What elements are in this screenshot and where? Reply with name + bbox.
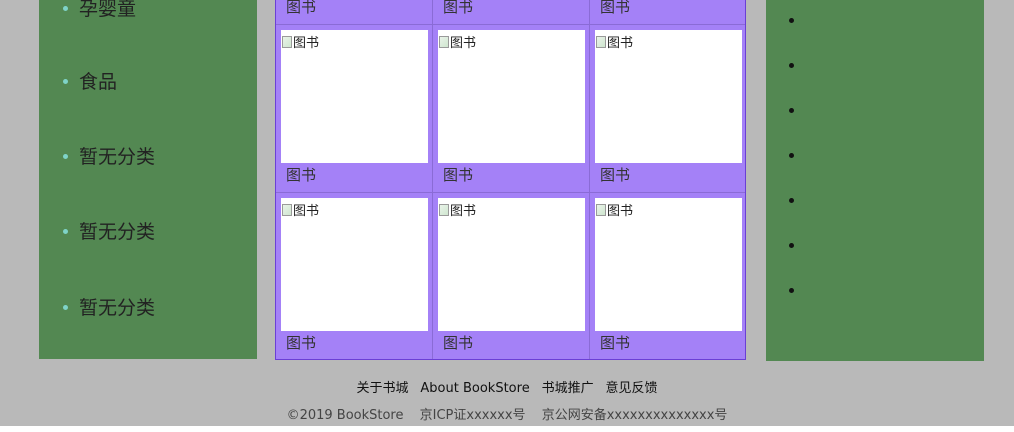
page-bottom-edge — [0, 426, 1014, 432]
bullet-icon — [63, 78, 68, 84]
footer-link-feedback[interactable]: 意见反馈 — [605, 381, 657, 396]
bullet-icon — [789, 288, 794, 293]
bullet-icon — [789, 243, 794, 248]
book-cover[interactable]: 图书 — [281, 198, 428, 331]
book-cover[interactable]: 图书 — [438, 30, 585, 163]
footer-link-about-cn[interactable]: 关于书城 — [357, 381, 409, 396]
footer-links: 关于书城 About BookStore 书城推广 意见反馈 — [0, 377, 1014, 396]
footer-link-about-en[interactable]: About BookStore — [420, 381, 529, 396]
icp-text: 京ICP证xxxxxx号 — [419, 408, 526, 423]
book-cover[interactable]: 图书 — [281, 30, 428, 163]
broken-image-icon: 图书 — [282, 200, 319, 219]
bullet-icon — [63, 304, 68, 310]
footer-link-promotion[interactable]: 书城推广 — [542, 381, 594, 396]
bullet-icon — [63, 153, 68, 159]
book-cover[interactable]: 图书 — [595, 198, 742, 331]
category-label[interactable]: 暂无分类 — [79, 146, 155, 168]
book-title[interactable]: 图书 — [286, 0, 316, 17]
category-label[interactable]: 食品 — [79, 71, 117, 93]
book-title[interactable]: 图书 — [600, 0, 630, 17]
book-title[interactable]: 图书 — [286, 332, 316, 353]
category-item[interactable]: 暂无分类 — [63, 293, 155, 320]
grid-divider — [276, 192, 745, 193]
book-title[interactable]: 图书 — [443, 332, 473, 353]
right-sidebar — [766, 0, 984, 361]
bullet-icon — [63, 5, 68, 11]
book-title[interactable]: 图书 — [600, 164, 630, 185]
book-title[interactable]: 图书 — [600, 332, 630, 353]
copyright-text: ©2019 BookStore — [286, 408, 404, 423]
broken-image-icon: 图书 — [282, 32, 319, 51]
bullet-icon — [789, 63, 794, 68]
footer-copyright: ©2019 BookStore 京ICP证xxxxxx号 京公网安备xxxxxx… — [0, 404, 1014, 423]
bullet-icon — [63, 228, 68, 234]
book-title[interactable]: 图书 — [443, 164, 473, 185]
category-item[interactable]: 暂无分类 — [63, 217, 155, 244]
grid-divider — [276, 24, 745, 25]
bullet-icon — [789, 108, 794, 113]
category-item[interactable]: 食品 — [63, 67, 117, 94]
book-cover[interactable]: 图书 — [438, 198, 585, 331]
bullet-icon — [789, 18, 794, 23]
broken-image-icon: 图书 — [439, 200, 476, 219]
bullet-icon — [789, 198, 794, 203]
category-label[interactable]: 孕婴童 — [79, 0, 136, 20]
security-text: 京公网安备xxxxxxxxxxxxxx号 — [541, 408, 728, 423]
book-title[interactable]: 图书 — [443, 0, 473, 17]
book-cover[interactable]: 图书 — [595, 30, 742, 163]
grid-divider — [589, 0, 590, 359]
category-label[interactable]: 暂无分类 — [79, 221, 155, 243]
category-item[interactable]: 孕婴童 — [63, 0, 136, 21]
book-grid: 图书 图书 图书 图书 图书 图书 图书 图书 图书 图书 图书 图书 图书 图… — [275, 0, 746, 360]
broken-image-icon: 图书 — [439, 32, 476, 51]
broken-image-icon: 图书 — [596, 32, 633, 51]
bullet-icon — [789, 153, 794, 158]
book-title[interactable]: 图书 — [286, 164, 316, 185]
category-sidebar: 孕婴童 食品 暂无分类 暂无分类 暂无分类 — [39, 0, 257, 359]
grid-divider — [432, 0, 433, 359]
category-item[interactable]: 暂无分类 — [63, 142, 155, 169]
category-label[interactable]: 暂无分类 — [79, 297, 155, 319]
broken-image-icon: 图书 — [596, 200, 633, 219]
